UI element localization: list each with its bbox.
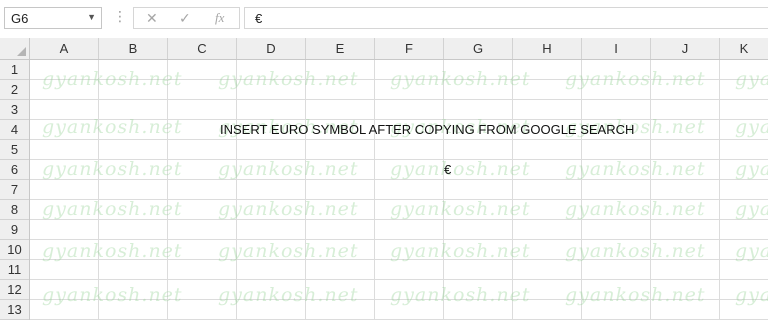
cell-d4[interactable]: INSERT EURO SYMBOL AFTER COPYING FROM GO… — [220, 122, 634, 137]
row-header[interactable]: 3 — [0, 100, 29, 120]
row-header[interactable]: 5 — [0, 140, 29, 160]
watermark: gyankosh.net — [565, 68, 706, 90]
cancel-icon[interactable]: ✕ — [146, 10, 158, 27]
watermark: gyankosh.net — [390, 240, 531, 262]
enter-icon[interactable]: ✓ — [179, 10, 191, 27]
watermark: gyankosh.net — [218, 68, 359, 90]
row-header[interactable]: 1 — [0, 60, 29, 80]
watermark: gyankosh.net — [735, 240, 768, 262]
name-box[interactable]: G6 ▼ — [4, 7, 102, 29]
column-header[interactable]: A — [30, 38, 99, 59]
watermark: gyankosh.net — [735, 116, 768, 138]
row-header[interactable]: 6 — [0, 160, 29, 180]
watermark: gyankosh.net — [218, 158, 359, 180]
formula-value[interactable]: € — [255, 11, 262, 26]
watermark: gyankosh.net — [42, 116, 183, 138]
watermark: gyankosh.net — [390, 284, 531, 306]
row-header[interactable]: 8 — [0, 200, 29, 220]
row-header[interactable]: 11 — [0, 260, 29, 280]
watermark: gyankosh.net — [735, 68, 768, 90]
watermark: gyankosh.net — [735, 198, 768, 220]
watermark: gyankosh.net — [218, 198, 359, 220]
column-header[interactable]: G — [444, 38, 513, 59]
watermark: gyankosh.net — [735, 284, 768, 306]
row-headers: 1 2 3 4 5 6 7 8 9 10 11 12 13 — [0, 60, 30, 320]
chevron-down-icon[interactable]: ▼ — [87, 12, 96, 22]
formula-input[interactable]: € — [244, 7, 768, 29]
column-headers: A B C D E F G H I J K — [0, 38, 768, 60]
watermark: gyankosh.net — [42, 158, 183, 180]
watermark: gyankosh.net — [42, 284, 183, 306]
column-header[interactable]: B — [99, 38, 168, 59]
watermark: gyankosh.net — [565, 158, 706, 180]
watermark: gyankosh.net — [565, 198, 706, 220]
column-header[interactable]: K — [720, 38, 768, 59]
row-header[interactable]: 4 — [0, 120, 29, 140]
column-header[interactable]: J — [651, 38, 720, 59]
watermark: gyankosh.net — [735, 158, 768, 180]
cell-g6[interactable]: € — [444, 162, 451, 177]
watermark: gyankosh.net — [565, 240, 706, 262]
name-box-value[interactable]: G6 — [11, 11, 28, 26]
row-header[interactable]: 10 — [0, 240, 29, 260]
column-header[interactable]: I — [582, 38, 651, 59]
row-header[interactable]: 12 — [0, 280, 29, 300]
column-header[interactable]: C — [168, 38, 237, 59]
watermark: gyankosh.net — [42, 240, 183, 262]
watermark: gyankosh.net — [218, 284, 359, 306]
watermark: gyankosh.net — [390, 158, 531, 180]
row-header[interactable]: 13 — [0, 300, 29, 320]
formula-bar: G6 ▼ ⋮ ✕ ✓ fx € — [0, 0, 768, 38]
more-options-icon[interactable]: ⋮ — [113, 9, 127, 23]
row-header[interactable]: 7 — [0, 180, 29, 200]
row-header[interactable]: 9 — [0, 220, 29, 240]
column-header[interactable]: H — [513, 38, 582, 59]
formula-buttons: ✕ ✓ fx — [133, 7, 240, 29]
watermark: gyankosh.net — [42, 68, 183, 90]
insert-function-icon[interactable]: fx — [215, 10, 224, 26]
column-header[interactable]: F — [375, 38, 444, 59]
column-header[interactable]: E — [306, 38, 375, 59]
watermark: gyankosh.net — [390, 68, 531, 90]
row-header[interactable]: 2 — [0, 80, 29, 100]
watermark: gyankosh.net — [565, 284, 706, 306]
watermark: gyankosh.net — [218, 240, 359, 262]
column-header[interactable]: D — [237, 38, 306, 59]
watermark: gyankosh.net — [42, 198, 183, 220]
select-all-button[interactable] — [0, 38, 30, 59]
watermark: gyankosh.net — [390, 198, 531, 220]
